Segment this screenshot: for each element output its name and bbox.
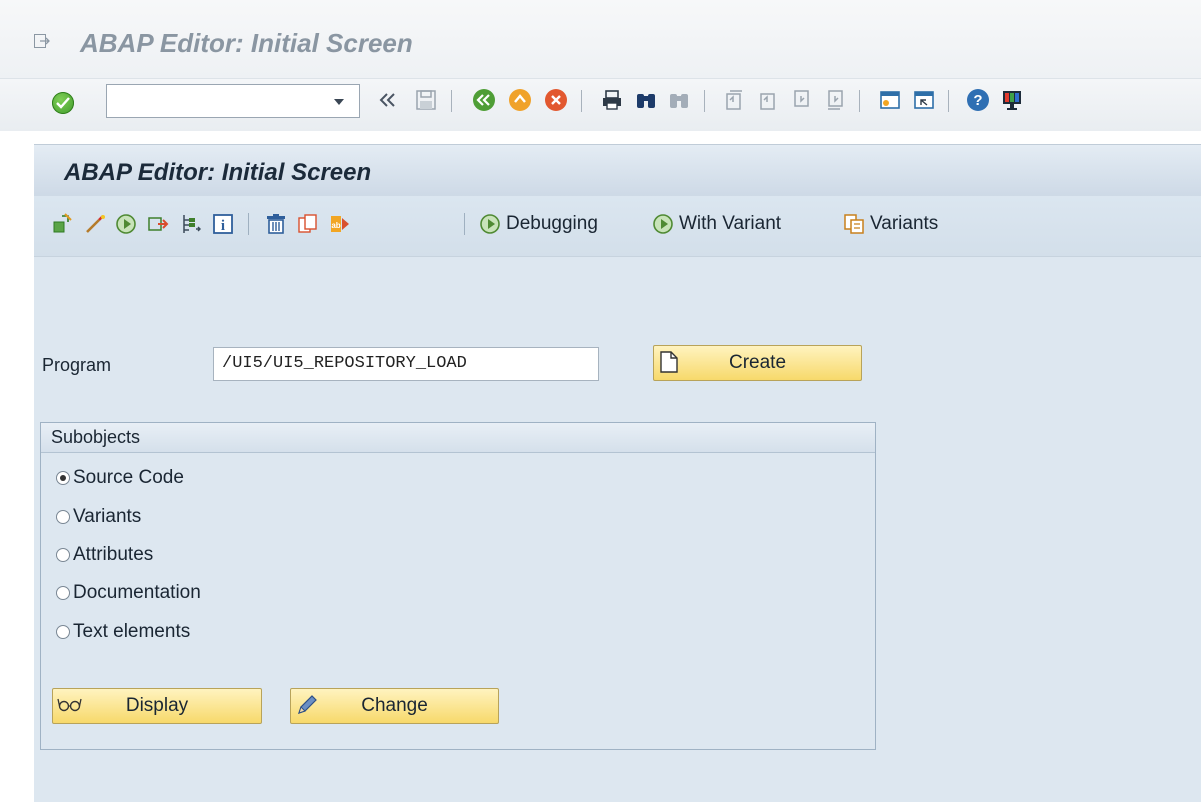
display-button[interactable]: Display: [52, 688, 262, 724]
activate-icon[interactable]: [114, 212, 138, 236]
last-page-icon[interactable]: [824, 88, 848, 112]
change-button[interactable]: Change: [290, 688, 499, 724]
variants-label: Variants: [870, 213, 939, 234]
menu-icon[interactable]: [34, 34, 50, 48]
where-used-icon[interactable]: [178, 212, 202, 236]
separator: [464, 213, 465, 235]
collapse-icon[interactable]: [376, 88, 400, 112]
radio-label: Variants: [73, 506, 142, 527]
with-variant-button[interactable]: With Variant: [651, 210, 781, 238]
execute-variant-icon: [653, 214, 673, 234]
svg-text:?: ?: [973, 92, 982, 109]
pencil-icon: [298, 695, 317, 714]
radio-button[interactable]: [56, 471, 70, 485]
find-icon[interactable]: [634, 88, 658, 112]
rename-icon[interactable]: ab: [328, 212, 352, 236]
new-session-icon[interactable]: [878, 88, 902, 112]
next-page-icon[interactable]: [790, 88, 814, 112]
exit-icon[interactable]: [508, 88, 532, 112]
customize-layout-icon[interactable]: [1000, 88, 1024, 112]
separator: [859, 90, 860, 112]
with-variant-label: With Variant: [679, 213, 782, 234]
window-title: ABAP Editor: Initial Screen: [80, 28, 413, 58]
radio-text-elements[interactable]: Text elements: [56, 620, 190, 644]
create-button[interactable]: Create: [653, 345, 862, 381]
page-title: ABAP Editor: Initial Screen: [64, 159, 372, 186]
change-label: Change: [361, 695, 428, 716]
radio-label: Attributes: [73, 544, 154, 565]
find-next-icon[interactable]: [667, 88, 691, 112]
command-input[interactable]: [113, 87, 327, 117]
copy-icon[interactable]: [296, 212, 320, 236]
program-label: Program: [42, 355, 112, 375]
variants-icon: [844, 214, 864, 234]
radio-attributes[interactable]: Attributes: [56, 543, 153, 567]
back-icon[interactable]: [472, 88, 496, 112]
help-icon[interactable]: ?: [966, 88, 990, 112]
cancel-icon[interactable]: [544, 88, 568, 112]
app-title-bar: ABAP Editor: Initial Screen: [34, 144, 1201, 197]
save-icon[interactable]: [414, 88, 438, 112]
debugging-button[interactable]: Debugging: [478, 210, 598, 238]
separator: [248, 213, 249, 235]
application-toolbar: [34, 196, 1201, 257]
delete-icon[interactable]: [264, 212, 288, 236]
radio-button[interactable]: [56, 548, 70, 562]
variants-button[interactable]: Variants: [842, 210, 938, 238]
previous-page-icon[interactable]: [756, 88, 780, 112]
radio-button[interactable]: [56, 586, 70, 600]
glasses-icon: [57, 698, 82, 712]
debugging-label: Debugging: [506, 213, 598, 234]
check-icon[interactable]: [83, 212, 107, 236]
separator: [948, 90, 949, 112]
radio-label: Documentation: [73, 582, 201, 603]
radio-button[interactable]: [56, 625, 70, 639]
other-object-icon[interactable]: [51, 212, 75, 236]
program-input[interactable]: /UI5/UI5_REPOSITORY_LOAD: [213, 347, 599, 381]
radio-label: Text elements: [73, 621, 191, 642]
display-label: Display: [125, 695, 189, 716]
shortcut-icon[interactable]: [912, 88, 936, 112]
new-document-icon: [660, 351, 678, 373]
command-field[interactable]: [106, 84, 360, 118]
radio-label: Source Code: [73, 467, 184, 488]
print-icon[interactable]: [600, 88, 624, 112]
first-page-icon[interactable]: [722, 88, 746, 112]
create-label: Create: [728, 352, 787, 373]
window-title-bar: ABAP Editor: Initial Screen: [0, 0, 1201, 78]
radio-variants[interactable]: Variants: [56, 505, 141, 529]
svg-text:i: i: [221, 218, 225, 234]
debug-icon: [480, 214, 500, 234]
radio-button[interactable]: [56, 510, 70, 524]
separator: [451, 90, 452, 112]
separator: [581, 90, 582, 112]
info-icon[interactable]: i: [211, 212, 235, 236]
separator: [704, 90, 705, 112]
test-icon[interactable]: [146, 212, 170, 236]
subobjects-heading: Subobjects: [41, 423, 875, 453]
radio-documentation[interactable]: Documentation: [56, 581, 201, 605]
command-dropdown-icon[interactable]: [330, 91, 348, 111]
svg-text:ab: ab: [331, 221, 340, 230]
enter-icon[interactable]: [52, 92, 74, 114]
radio-source-code[interactable]: Source Code: [56, 466, 184, 490]
